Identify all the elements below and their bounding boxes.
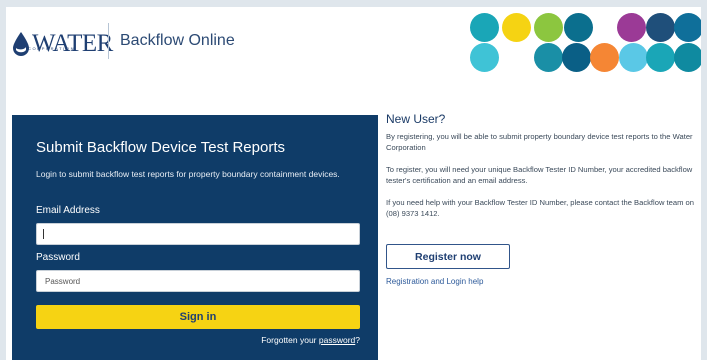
- water-drop-icon: [13, 32, 29, 56]
- app-title: Backflow Online: [120, 32, 235, 49]
- email-label: Email Address: [36, 205, 100, 216]
- new-user-title: New User?: [386, 112, 446, 126]
- login-panel: Submit Backflow Device Test Reports Logi…: [12, 115, 378, 360]
- header-divider: [108, 23, 109, 59]
- login-title: Submit Backflow Device Test Reports: [36, 139, 285, 156]
- decorative-dots: [466, 7, 701, 79]
- password-label: Password: [36, 252, 80, 263]
- decorative-dot: [674, 43, 701, 72]
- decorative-dot: [562, 43, 591, 72]
- forgot-password-text: Forgotten your password?: [261, 335, 360, 345]
- sign-in-button[interactable]: Sign in: [36, 305, 360, 329]
- forgot-suffix: ?: [355, 335, 360, 345]
- email-field[interactable]: [36, 223, 360, 245]
- water-corporation-logo[interactable]: WATER: [12, 27, 113, 61]
- logo-subtext: CORPORATION: [28, 46, 76, 51]
- register-help-paragraph: If you need help with your Backflow Test…: [386, 198, 694, 218]
- decorative-dot: [646, 43, 675, 72]
- decorative-dot: [470, 43, 499, 72]
- forgot-prefix: Forgotten your: [261, 335, 319, 345]
- decorative-dot: [617, 13, 646, 42]
- password-field[interactable]: [36, 270, 360, 292]
- decorative-dot: [590, 43, 619, 72]
- login-description: Login to submit backflow test reports fo…: [36, 169, 340, 179]
- register-info-paragraph: By registering, you will be able to subm…: [386, 132, 693, 152]
- decorative-dot: [674, 13, 701, 42]
- register-requirements-paragraph: To register, you will need your unique B…: [386, 165, 693, 185]
- decorative-dot: [502, 13, 531, 42]
- forgot-password-link[interactable]: password: [319, 335, 355, 345]
- decorative-dot: [619, 43, 648, 72]
- decorative-dot: [564, 13, 593, 42]
- decorative-dot: [470, 13, 499, 42]
- page: WATER CORPORATION Backflow Online Submit…: [6, 7, 701, 360]
- decorative-dot: [534, 43, 563, 72]
- text-caret: [43, 229, 44, 239]
- register-now-button[interactable]: Register now: [386, 244, 510, 269]
- decorative-dot: [646, 13, 675, 42]
- logo-text: WATER: [32, 30, 113, 57]
- registration-help-link[interactable]: Registration and Login help: [386, 277, 483, 286]
- decorative-dot: [534, 13, 563, 42]
